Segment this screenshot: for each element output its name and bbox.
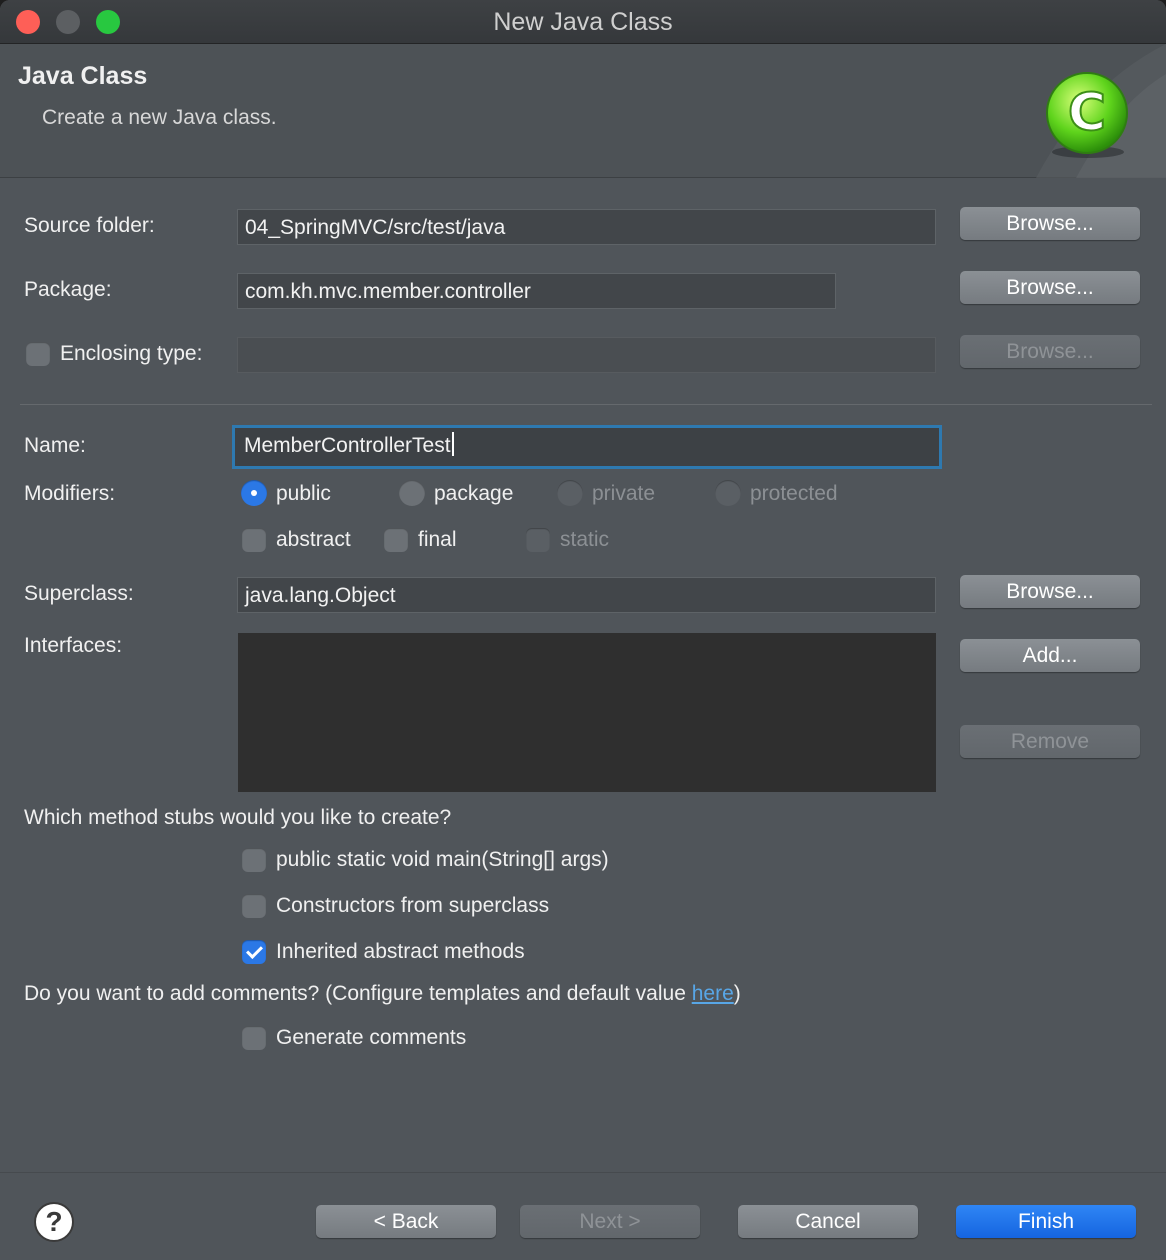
modifier-final-label: final [418, 528, 457, 551]
enclosing-type-checkbox[interactable] [26, 342, 50, 366]
modifier-private-label: private [592, 482, 656, 505]
enclosing-type-label: Enclosing type: [60, 342, 203, 365]
generate-comments-checkbox[interactable] [242, 1026, 266, 1050]
comments-question-text: Do you want to add comments? (Configure … [24, 982, 692, 1005]
modifier-protected-radio [715, 480, 741, 506]
enclosing-type-field [237, 337, 936, 373]
stub-constructors-checkbox[interactable] [242, 894, 266, 918]
modifier-abstract-label: abstract [276, 528, 351, 551]
interfaces-remove-button: Remove [960, 725, 1140, 758]
source-folder-label: Source folder: [24, 214, 155, 237]
modifier-static-label: static [560, 528, 610, 551]
modifier-final-checkbox[interactable] [384, 528, 408, 552]
wizard-page-description: Create a new Java class. [42, 106, 277, 129]
finish-button[interactable]: Finish [956, 1205, 1136, 1238]
comments-question-suffix: ) [733, 982, 741, 1005]
java-class-c-icon: C [1036, 44, 1166, 178]
modifier-public-label: public [276, 482, 331, 505]
source-folder-browse-button[interactable]: Browse... [960, 207, 1140, 240]
interfaces-list[interactable] [238, 633, 936, 792]
footer-divider [0, 1172, 1166, 1173]
next-button: Next > [520, 1205, 700, 1238]
stub-main-checkbox[interactable] [242, 848, 266, 872]
modifier-package-label: package [434, 482, 514, 505]
configure-templates-link[interactable]: here [692, 982, 734, 1005]
window-title: New Java Class [493, 8, 673, 36]
modifier-package-radio[interactable] [399, 480, 425, 506]
interfaces-add-button[interactable]: Add... [960, 639, 1140, 672]
cancel-button[interactable]: Cancel [738, 1205, 918, 1238]
generate-comments-label: Generate comments [276, 1026, 467, 1049]
superclass-label: Superclass: [24, 582, 134, 605]
section-divider [20, 404, 1152, 405]
help-icon[interactable]: ? [34, 1202, 74, 1242]
back-button[interactable]: < Back [316, 1205, 496, 1238]
modifiers-label: Modifiers: [24, 482, 116, 505]
comments-question: Do you want to add comments? (Configure … [24, 982, 741, 1006]
interfaces-label: Interfaces: [24, 634, 123, 657]
stub-inherited-abstract-checkbox[interactable] [242, 940, 266, 964]
class-name-field[interactable]: MemberControllerTest [232, 425, 942, 469]
package-label: Package: [24, 278, 112, 301]
modifier-protected-label: protected [750, 482, 838, 505]
enclosing-type-browse-button: Browse... [960, 335, 1140, 368]
package-browse-button[interactable]: Browse... [960, 271, 1140, 304]
stub-constructors-label: Constructors from superclass [276, 894, 550, 917]
wizard-page-title: Java Class [18, 62, 148, 90]
java-class-c-letter: C [1068, 83, 1106, 143]
stub-inherited-abstract-label: Inherited abstract methods [276, 940, 525, 963]
stub-main-label: public static void main(String[] args) [276, 848, 609, 871]
superclass-browse-button[interactable]: Browse... [960, 575, 1140, 608]
modifier-public-radio[interactable] [241, 480, 267, 506]
modifier-static-checkbox [526, 528, 550, 552]
new-java-class-dialog: New Java Class Java Class Create a new J… [0, 0, 1166, 1260]
modifier-abstract-checkbox[interactable] [242, 528, 266, 552]
title-bar: New Java Class [0, 0, 1166, 44]
name-label: Name: [24, 434, 86, 457]
class-name-value: MemberControllerTest [244, 434, 451, 457]
text-caret [451, 432, 454, 456]
wizard-banner: Java Class Create a new Java class. C [0, 44, 1166, 178]
superclass-field[interactable]: java.lang.Object [237, 577, 936, 613]
source-folder-field[interactable]: 04_SpringMVC/src/test/java [237, 209, 936, 245]
modifier-private-radio [557, 480, 583, 506]
package-field[interactable]: com.kh.mvc.member.controller [237, 273, 836, 309]
method-stubs-question: Which method stubs would you like to cre… [24, 806, 452, 829]
